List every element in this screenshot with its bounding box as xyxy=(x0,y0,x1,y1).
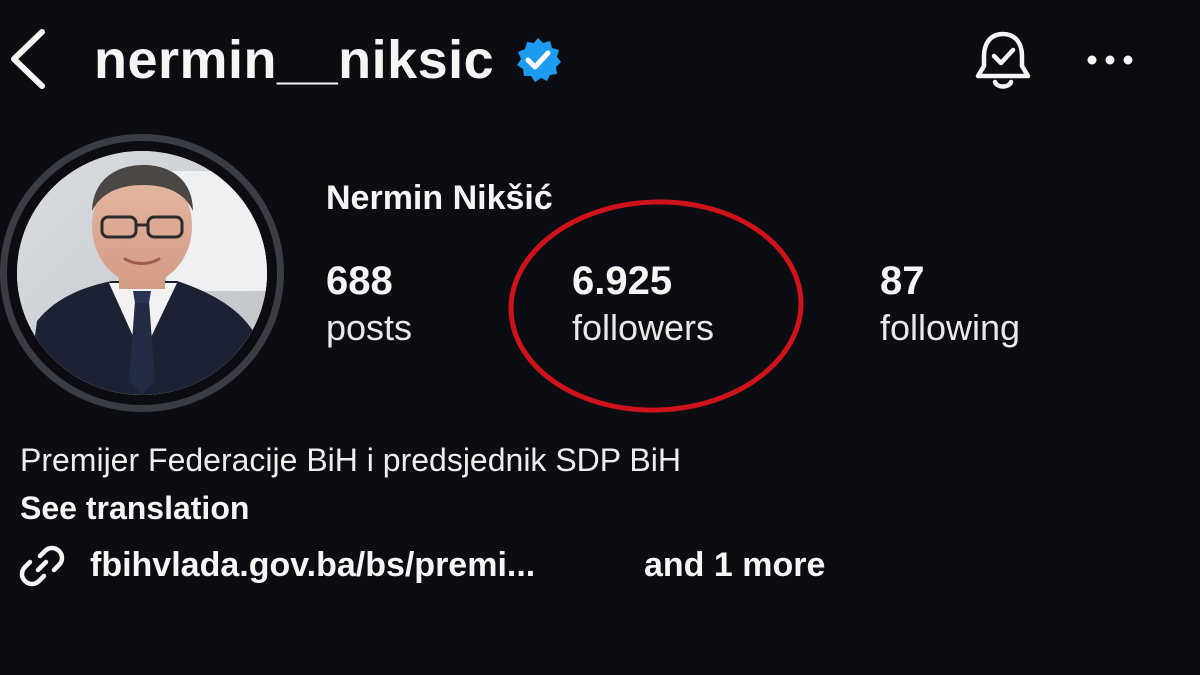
link-icon xyxy=(19,545,65,587)
posts-count: 688 xyxy=(326,259,393,303)
followers-count: 6.925 xyxy=(572,259,673,303)
followers-label: followers xyxy=(572,307,715,348)
profile-photo xyxy=(17,151,267,395)
notification-bell-button[interactable] xyxy=(970,28,1036,94)
notification-bell-check-icon xyxy=(975,31,1031,89)
see-translation-link[interactable]: See translation xyxy=(20,486,249,530)
more-links-button[interactable]: and 1 more xyxy=(644,540,825,590)
chevron-left-icon xyxy=(11,29,45,89)
posts-stat: 688 posts xyxy=(326,258,412,352)
display-name: Nermin Nikšić xyxy=(326,179,553,217)
verified-badge-icon xyxy=(517,38,561,82)
profile-username: nermin__niksic xyxy=(94,30,495,90)
back-button[interactable] xyxy=(4,26,54,92)
following-count: 87 xyxy=(880,259,925,303)
more-options-button[interactable] xyxy=(1082,38,1138,82)
profile-header: nermin__niksic xyxy=(0,0,1200,120)
following-label: following xyxy=(880,307,1021,348)
following-stat[interactable]: 87 following xyxy=(880,258,1020,352)
profile-avatar[interactable] xyxy=(17,151,267,395)
external-link[interactable]: fbihvlada.gov.ba/bs/premi... xyxy=(90,540,535,590)
ellipsis-icon xyxy=(1087,55,1133,65)
followers-stat[interactable]: 6.925 followers xyxy=(572,258,714,352)
posts-label: posts xyxy=(326,307,413,348)
profile-bio: Premijer Federacije BiH i predsjednik SD… xyxy=(20,442,681,478)
avatar-story-ring[interactable] xyxy=(0,134,284,412)
